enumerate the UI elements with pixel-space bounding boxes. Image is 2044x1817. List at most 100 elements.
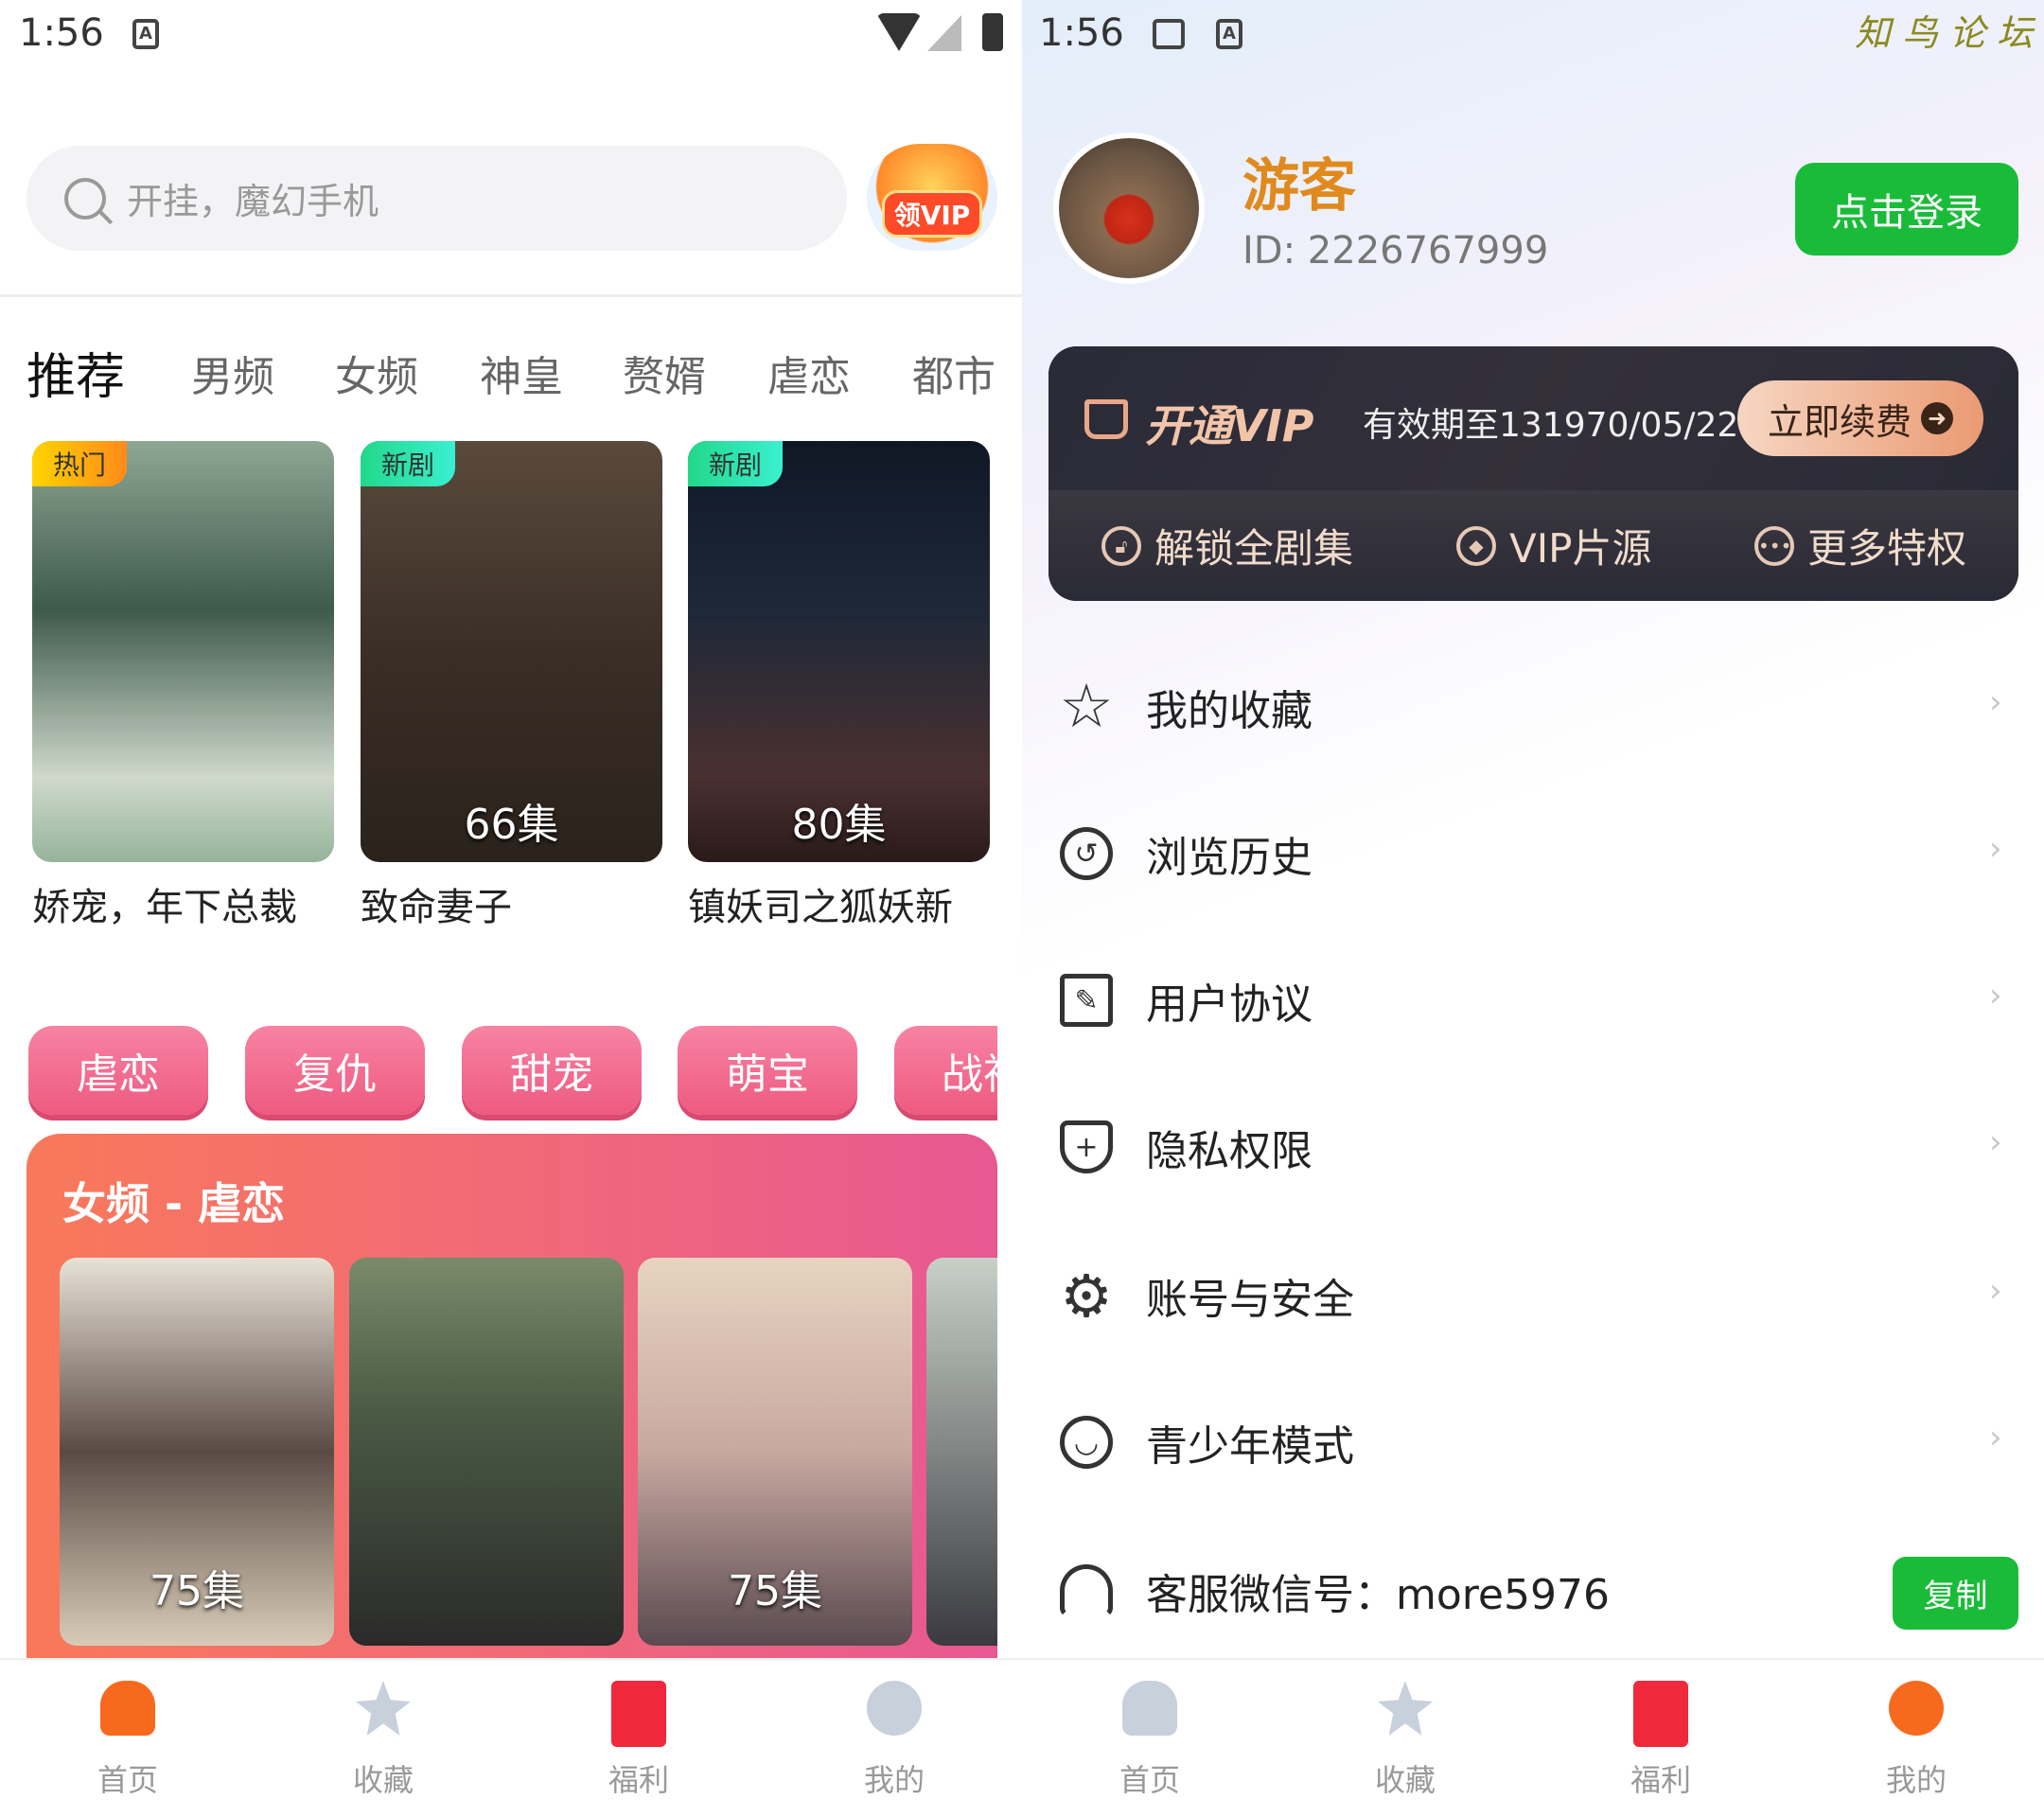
nav-home[interactable]: 首页 — [52, 1681, 203, 1800]
tab-male[interactable]: 男频 — [191, 343, 274, 403]
drama-poster[interactable]: 75集 — [638, 1258, 912, 1646]
menu-privacy[interactable]: + 隐私权限 › — [1022, 1095, 2044, 1199]
hot-badge: 热门 — [32, 441, 128, 486]
nav-label: 首页 — [1119, 1762, 1180, 1798]
watermark: 知鸟论坛 — [1855, 12, 2044, 54]
drama-title[interactable]: 娇宠，年下总裁 — [32, 876, 297, 931]
drama-poster[interactable] — [349, 1258, 624, 1646]
section-title: 女频 - 虐恋 — [62, 1178, 286, 1229]
drama-card[interactable]: 新剧 80集 — [688, 441, 990, 862]
search-icon — [64, 177, 106, 220]
chevron-right-icon: › — [1989, 830, 2002, 868]
arrow-right-icon: ➜ — [1921, 402, 1953, 434]
nav-label: 福利 — [608, 1762, 669, 1798]
menu-agreement[interactable]: ✎ 用户协议 › — [1022, 948, 2044, 1052]
renew-label: 立即续费 — [1767, 400, 1912, 443]
renew-button[interactable]: 立即续费 ➜ — [1737, 380, 1983, 456]
avatar[interactable] — [1053, 132, 1205, 284]
shield-icon: + — [1060, 1120, 1113, 1173]
menu-label: 浏览历史 — [1146, 834, 1313, 882]
chip-revenge[interactable]: 复仇 — [245, 1026, 425, 1115]
chevron-right-icon: › — [1989, 1272, 2002, 1310]
drama-title[interactable]: 镇妖司之狐妖新 — [688, 876, 953, 931]
menu-label: 账号与安全 — [1146, 1276, 1354, 1324]
nav-mine[interactable]: 我的 — [819, 1681, 970, 1800]
chevron-right-icon: › — [1989, 683, 2002, 721]
menu-label: 用户协议 — [1146, 980, 1313, 1029]
nav-welfare[interactable]: 福利 — [1585, 1681, 1736, 1800]
drama-poster[interactable] — [926, 1258, 997, 1646]
tab-nuelian[interactable]: 虐恋 — [767, 343, 851, 403]
copy-button[interactable]: 复制 — [1893, 1557, 2018, 1630]
menu-favorites[interactable]: ☆ 我的收藏 › — [1022, 655, 2044, 759]
menu-teen-mode[interactable]: ◡ 青少年模式 › — [1022, 1390, 2044, 1494]
tab-shenhuang[interactable]: 神皇 — [480, 343, 563, 403]
profile-icon — [1889, 1681, 1944, 1736]
menu-label: 隐私权限 — [1146, 1127, 1313, 1175]
drama-card[interactable]: 新剧 66集 — [361, 441, 662, 862]
chip-clip: 战神 — [894, 1026, 997, 1130]
vip-title: 开通VIP — [1145, 400, 1314, 451]
login-button[interactable]: 点击登录 — [1795, 163, 2018, 256]
star-icon: ☆ — [1059, 672, 1114, 742]
nav-mine[interactable]: 我的 — [1841, 1681, 1992, 1800]
signal-icon — [927, 15, 961, 51]
perk-label: VIP片源 — [1509, 525, 1652, 572]
chip-cute-baby[interactable]: 萌宝 — [678, 1026, 857, 1115]
tab-zhuixu[interactable]: 赘婿 — [623, 343, 706, 403]
vip-card: 开通VIP 有效期至131970/05/22 立即续费 ➜ 🔓︎ 解锁全剧集 ◆ VI… — [1048, 346, 2018, 601]
chevron-right-icon: › — [1989, 1419, 2002, 1456]
drama-title[interactable]: 致命妻子 — [361, 876, 512, 931]
red-envelope-icon — [1633, 1681, 1688, 1747]
status-time: 1:56 — [1039, 11, 1124, 55]
menu-history[interactable]: ↺ 浏览历史 › — [1022, 802, 2044, 906]
home-icon — [100, 1681, 155, 1736]
perk-more[interactable]: ••• 更多特权 — [1754, 490, 1966, 601]
bottom-nav: 首页 收藏 福利 我的 — [0, 1658, 1022, 1817]
divider — [0, 294, 1022, 297]
nav-home[interactable]: 首页 — [1074, 1681, 1225, 1800]
drama-poster[interactable]: 75集 — [60, 1258, 334, 1646]
search-input[interactable]: 开挂，魔幻手机 — [26, 146, 847, 251]
diamond-icon: ◆ — [1456, 525, 1496, 566]
perk-label: 解锁全剧集 — [1154, 525, 1354, 572]
gear-icon: ⚙ — [1060, 1261, 1113, 1331]
chip-sweet[interactable]: 甜宠 — [462, 1026, 642, 1115]
edit-icon: ✎ — [1060, 974, 1113, 1027]
new-badge: 新剧 — [361, 441, 456, 486]
nav-label: 收藏 — [1374, 1762, 1436, 1798]
menu-account-security[interactable]: ⚙ 账号与安全 › — [1022, 1244, 2044, 1348]
nav-welfare[interactable]: 福利 — [563, 1681, 714, 1800]
bottom-nav: 首页 收藏 福利 我的 — [1022, 1658, 2044, 1817]
vip-perks: 🔓︎ 解锁全剧集 ◆ VIP片源 ••• 更多特权 — [1048, 490, 2018, 601]
red-envelope-icon — [611, 1681, 666, 1747]
perk-vip-source[interactable]: ◆ VIP片源 — [1456, 490, 1651, 601]
tab-recommend[interactable]: 推荐 — [26, 337, 125, 408]
perk-unlock[interactable]: 🔓︎ 解锁全剧集 — [1101, 490, 1353, 601]
section-female-nuelian: 女频 - 虐恋 75集 75集 — [26, 1134, 997, 1702]
more-dots-icon: ••• — [1754, 525, 1794, 566]
new-badge: 新剧 — [688, 441, 784, 486]
get-vip-button[interactable]: 领VIP — [867, 144, 997, 251]
battery-icon — [982, 13, 1003, 51]
chip-war-god[interactable]: 战神 — [894, 1026, 997, 1115]
search-placeholder: 开挂，魔幻手机 — [127, 181, 379, 222]
drama-card[interactable]: 热门 — [32, 441, 334, 862]
crown-icon — [1084, 399, 1128, 439]
user-id: ID: 2226767999 — [1242, 229, 1549, 273]
nav-label: 收藏 — [352, 1762, 414, 1798]
history-icon: ↺ — [1060, 827, 1113, 880]
home-icon — [1122, 1681, 1177, 1736]
menu-label: 青少年模式 — [1146, 1422, 1354, 1471]
nav-label: 我的 — [863, 1762, 925, 1798]
episode-count: 75集 — [728, 1567, 822, 1615]
tab-female[interactable]: 女频 — [335, 343, 418, 403]
nav-favorites[interactable]: 收藏 — [1330, 1681, 1481, 1800]
star-icon — [1378, 1681, 1433, 1736]
episode-count: 75集 — [150, 1567, 244, 1615]
nav-favorites[interactable]: 收藏 — [308, 1681, 459, 1800]
menu-label: 我的收藏 — [1146, 687, 1313, 735]
tab-city[interactable]: 都市 — [912, 343, 996, 403]
chip-nuelian[interactable]: 虐恋 — [28, 1026, 208, 1115]
chevron-right-icon: › — [1989, 977, 2002, 1014]
